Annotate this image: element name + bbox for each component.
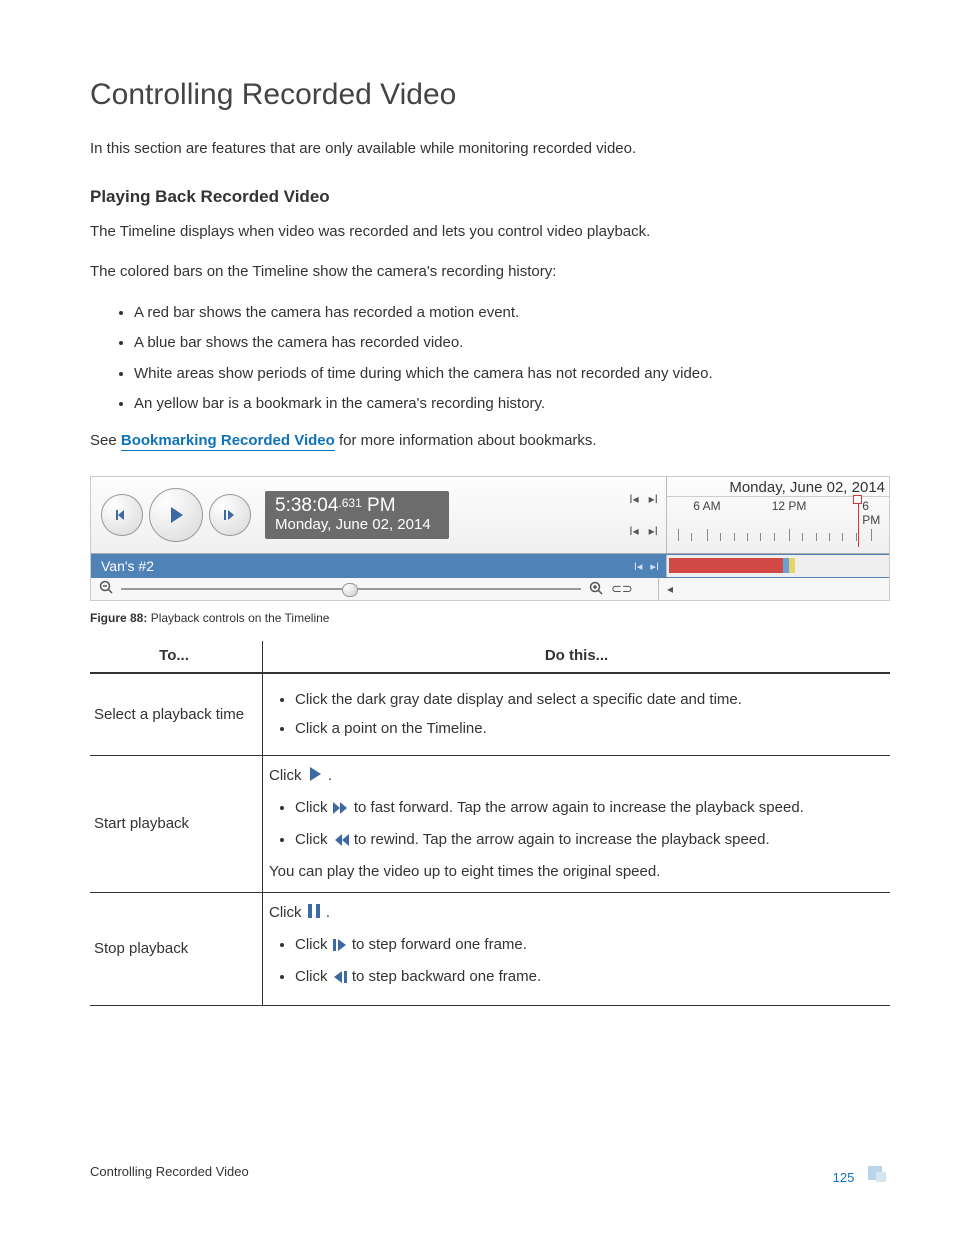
paragraph: The Timeline displays when video was rec… (90, 221, 890, 244)
text: to step forward one frame. (352, 936, 527, 953)
skip-start-icon[interactable]: I◂ (629, 524, 638, 538)
skip-end-icon[interactable]: ▸I (649, 492, 658, 506)
bookmark-segment[interactable] (789, 558, 795, 573)
figure-caption: Figure 88: Playback controls on the Time… (90, 611, 890, 625)
step-backward-icon (332, 968, 348, 991)
step-forward-icon (332, 936, 348, 959)
footer-section: Controlling Recorded Video (90, 1164, 249, 1185)
list-item: An yellow bar is a bookmark in the camer… (134, 393, 890, 416)
table-cell: Select a playback time (90, 673, 263, 755)
text: to rewind. Tap the arrow again to increa… (354, 831, 770, 848)
text: Click (295, 936, 332, 953)
bookmarking-link[interactable]: Bookmarking Recorded Video (121, 432, 335, 451)
arrow-left-icon[interactable]: ◂ (667, 582, 673, 596)
section-heading: Playing Back Recorded Video (90, 187, 890, 207)
caption-label: Figure 88: (90, 611, 147, 625)
play-icon (306, 765, 324, 790)
text: You can play the video up to eight times… (269, 863, 660, 880)
play-button[interactable] (149, 488, 203, 542)
list-item: Click to rewind. Tap the arrow again to … (295, 828, 884, 854)
zoom-bar: ⊂⊃ ◂ (91, 578, 889, 600)
zoom-slider[interactable] (121, 588, 581, 590)
table-header: Do this... (263, 641, 891, 673)
list-item: Click a point on the Timeline. (295, 717, 884, 740)
ruler-date: Monday, June 02, 2014 (667, 477, 889, 497)
intro-text: In this section are features that are on… (90, 138, 890, 161)
fast-forward-icon (332, 799, 350, 822)
table-cell: Click the dark gray date display and sel… (263, 673, 891, 755)
timeline-ruler[interactable]: Monday, June 02, 2014 6 AM 12 PM 6 PM (666, 477, 889, 553)
table-cell: Click . Click to fast forward. Tap the a… (263, 755, 891, 892)
time-value: 5:38:04 (275, 495, 338, 516)
table-cell: Stop playback (90, 892, 263, 1006)
logo-mark (868, 1164, 890, 1182)
link-icon[interactable]: ⊂⊃ (611, 581, 633, 598)
tick-label: 12 PM (772, 499, 807, 513)
list-item: Click the dark gray date display and sel… (295, 688, 884, 711)
timeline-legend-list: A red bar shows the camera has recorded … (134, 302, 890, 416)
table-cell: Click . Click to step forward one frame.… (263, 892, 891, 1006)
text: See (90, 432, 121, 449)
see-also: See Bookmarking Recorded Video for more … (90, 430, 890, 453)
motion-segment[interactable] (669, 558, 783, 573)
text: Click (295, 831, 332, 848)
time-ampm: PM (362, 495, 396, 516)
date-time-display[interactable]: 5:38:04.631 PM Monday, June 02, 2014 (265, 491, 449, 539)
page-footer: Controlling Recorded Video 125 (90, 1164, 890, 1185)
caption-text: Playback controls on the Timeline (147, 611, 329, 625)
page-title: Controlling Recorded Video (90, 78, 890, 112)
instructions-table: To... Do this... Select a playback time … (90, 641, 890, 1006)
camera-name: Van's #2 (101, 558, 154, 574)
list-item: Click to step backward one frame. (295, 965, 884, 991)
camera-track[interactable]: Van's #2 I◂ ▸I (91, 554, 889, 578)
text: to step backward one frame. (352, 968, 541, 985)
skip-start-icon[interactable]: I◂ (629, 492, 638, 506)
skip-end-icon[interactable]: ▸I (649, 524, 658, 538)
step-back-button[interactable] (101, 494, 143, 536)
text: to fast forward. Tap the arrow again to … (354, 799, 804, 816)
pause-icon (306, 902, 322, 927)
zoom-in-icon[interactable] (589, 581, 603, 598)
text: Click (295, 799, 332, 816)
table-cell: Start playback (90, 755, 263, 892)
text: Click (295, 968, 332, 985)
text: Click (269, 904, 306, 921)
playhead-handle[interactable] (853, 495, 862, 504)
table-header: To... (90, 641, 263, 673)
page-number: 125 (833, 1170, 855, 1185)
rewind-icon (332, 831, 350, 854)
text: for more information about bookmarks. (335, 432, 597, 449)
list-item: A red bar shows the camera has recorded … (134, 302, 890, 325)
skip-start-icon[interactable]: I◂ (634, 560, 643, 573)
tick-label: 6 AM (693, 499, 720, 513)
list-item: White areas show periods of time during … (134, 363, 890, 386)
list-item: A blue bar shows the camera has recorded… (134, 332, 890, 355)
date-value: Monday, June 02, 2014 (275, 516, 431, 533)
timeline-figure: 5:38:04.631 PM Monday, June 02, 2014 I◂ … (90, 476, 890, 601)
skip-end-icon[interactable]: ▸I (650, 560, 659, 573)
tick-label: 6 PM (862, 499, 880, 527)
step-forward-button[interactable] (209, 494, 251, 536)
playhead-marker[interactable] (858, 497, 860, 547)
time-ms: .631 (338, 496, 361, 510)
zoom-out-icon[interactable] (99, 580, 113, 598)
list-item: Click to step forward one frame. (295, 933, 884, 959)
list-item: Click to fast forward. Tap the arrow aga… (295, 796, 884, 822)
zoom-handle[interactable] (342, 583, 358, 597)
text: Click (269, 767, 306, 784)
paragraph: The colored bars on the Timeline show th… (90, 261, 890, 284)
seek-buttons: I◂ ▸I I◂ ▸I (629, 477, 666, 553)
